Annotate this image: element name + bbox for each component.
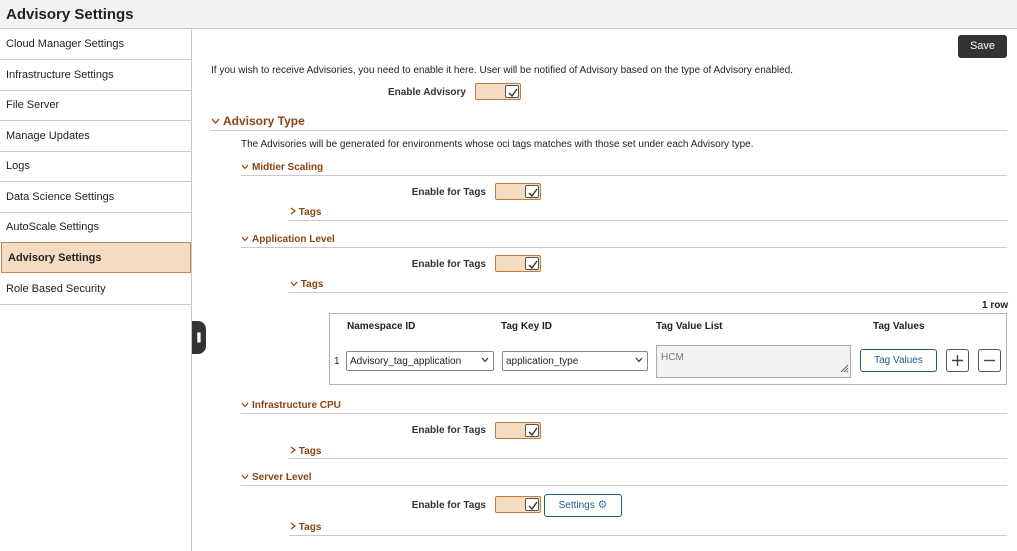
midtier-scaling-title: Midtier Scaling xyxy=(252,162,324,173)
infra-cpu-enable-toggle[interactable] xyxy=(495,422,541,439)
server-enable-toggle[interactable] xyxy=(495,496,541,513)
server-settings-label: Settings xyxy=(558,500,595,511)
advisory-type-header[interactable]: Advisory Type xyxy=(211,114,305,128)
chevron-down-icon xyxy=(241,234,249,245)
enable-advisory-toggle[interactable] xyxy=(475,83,521,100)
chevron-down-icon xyxy=(635,355,643,368)
divider xyxy=(241,175,1007,176)
infrastructure-cpu-header[interactable]: Infrastructure CPU xyxy=(241,400,341,411)
advisory-type-title: Advisory Type xyxy=(223,114,305,128)
chevron-down-icon xyxy=(241,400,249,411)
sidebar-item-role-based-security[interactable]: Role Based Security xyxy=(0,274,191,305)
plus-icon xyxy=(952,355,963,366)
chevron-right-icon xyxy=(290,522,299,533)
column-header-tag-value-list: Tag Value List xyxy=(656,321,723,332)
divider xyxy=(241,485,1007,486)
server-tags-toggle[interactable]: Tags xyxy=(290,522,321,533)
server-settings-button[interactable]: Settings ⚙ xyxy=(544,494,622,517)
tag-key-id-select[interactable]: application_type xyxy=(502,351,648,371)
chevron-down-icon xyxy=(290,279,301,290)
sidebar-item-autoscale-settings[interactable]: AutoScale Settings xyxy=(0,212,191,243)
midtier-enable-toggle[interactable] xyxy=(495,183,541,200)
sidebar: Cloud Manager Settings Infrastructure Se… xyxy=(0,29,192,551)
tag-value-list-value: HCM xyxy=(661,352,684,363)
server-tags-label: Tags xyxy=(298,522,322,533)
namespace-id-value: Advisory_tag_application xyxy=(350,356,462,367)
enable-advisory-label: Enable Advisory xyxy=(388,87,466,98)
title-bar: Advisory Settings xyxy=(0,0,1017,29)
divider xyxy=(241,413,1007,414)
sidebar-item-file-server[interactable]: File Server xyxy=(0,90,191,121)
midtier-scaling-header[interactable]: Midtier Scaling xyxy=(241,162,323,173)
infra-cpu-enable-label: Enable for Tags xyxy=(411,425,486,436)
chevron-down-icon xyxy=(211,114,220,128)
server-level-header[interactable]: Server Level xyxy=(241,472,312,483)
chevron-right-icon xyxy=(290,207,299,218)
row-count: 1 row xyxy=(982,300,1009,311)
sidebar-item-cloud-manager-settings[interactable]: Cloud Manager Settings xyxy=(0,29,191,60)
sidebar-item-data-science-settings[interactable]: Data Science Settings xyxy=(0,182,191,213)
checkmark-icon xyxy=(525,257,539,270)
server-level-title: Server Level xyxy=(252,472,312,483)
midtier-tags-toggle[interactable]: Tags xyxy=(290,207,321,218)
chevron-down-icon xyxy=(241,472,249,483)
chevron-right-icon xyxy=(290,446,299,457)
minus-icon xyxy=(984,359,995,362)
sidebar-item-manage-updates[interactable]: Manage Updates xyxy=(0,121,191,152)
checkmark-icon xyxy=(525,498,539,511)
application-enable-label: Enable for Tags xyxy=(411,259,486,270)
checkmark-icon xyxy=(525,185,539,198)
divider xyxy=(289,535,1007,536)
namespace-id-select[interactable]: Advisory_tag_application xyxy=(346,351,494,371)
divider xyxy=(289,458,1007,459)
midtier-tags-label: Tags xyxy=(298,207,322,218)
checkmark-icon xyxy=(525,424,539,437)
page-title: Advisory Settings xyxy=(6,6,134,23)
resize-grip-icon[interactable] xyxy=(839,363,849,376)
divider xyxy=(289,220,1007,221)
server-enable-label: Enable for Tags xyxy=(411,500,486,511)
column-header-tag-values: Tag Values xyxy=(873,321,925,332)
advisory-type-description: The Advisories will be generated for env… xyxy=(241,139,754,150)
gear-icon: ⚙ xyxy=(597,499,608,511)
application-tags-toggle[interactable]: Tags xyxy=(290,279,323,290)
drag-handle-icon: ❚ xyxy=(194,332,204,343)
delete-row-button[interactable] xyxy=(978,349,1001,372)
divider xyxy=(211,130,1007,131)
intro-text: If you wish to receive Advisories, you n… xyxy=(211,65,794,76)
infrastructure-cpu-title: Infrastructure CPU xyxy=(252,400,341,411)
tag-values-button[interactable]: Tag Values xyxy=(860,349,937,372)
save-button[interactable]: Save xyxy=(958,35,1007,58)
sidebar-item-infrastructure-settings[interactable]: Infrastructure Settings xyxy=(0,60,191,91)
divider xyxy=(289,292,1007,293)
infra-cpu-tags-label: Tags xyxy=(298,446,322,457)
row-index: 1 xyxy=(334,356,340,367)
sidebar-item-logs[interactable]: Logs xyxy=(0,151,191,182)
chevron-down-icon xyxy=(481,355,489,368)
infra-cpu-tags-toggle[interactable]: Tags xyxy=(290,446,321,457)
column-header-namespace-id: Namespace ID xyxy=(347,321,416,332)
tag-value-list-field[interactable]: HCM xyxy=(656,345,851,378)
divider xyxy=(241,247,1007,248)
collapse-handle[interactable]: ❚ xyxy=(192,321,206,354)
add-row-button[interactable] xyxy=(946,349,969,372)
application-level-title: Application Level xyxy=(252,234,335,245)
sidebar-item-advisory-settings[interactable]: Advisory Settings xyxy=(1,242,191,273)
application-level-header[interactable]: Application Level xyxy=(241,234,335,245)
chevron-down-icon xyxy=(241,162,249,173)
application-tags-label: Tags xyxy=(300,279,324,290)
column-header-tag-key-id: Tag Key ID xyxy=(501,321,552,332)
checkmark-icon xyxy=(505,85,519,98)
midtier-enable-label: Enable for Tags xyxy=(411,187,486,198)
tag-key-id-value: application_type xyxy=(506,356,579,367)
application-enable-toggle[interactable] xyxy=(495,255,541,272)
